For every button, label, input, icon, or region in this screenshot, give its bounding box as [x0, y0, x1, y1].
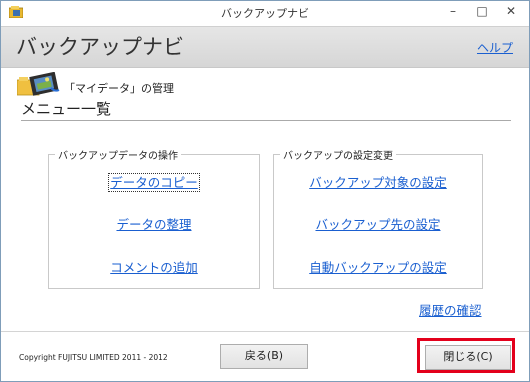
- header-bar: バックアップナビ ヘルプ: [1, 26, 529, 68]
- title-bar[interactable]: バックアップナビ – □ ✕: [1, 1, 529, 26]
- folder-film-icon: [17, 72, 60, 96]
- footer-divider: [1, 331, 529, 332]
- copy-data-link-label[interactable]: データのコピー: [108, 173, 200, 192]
- copy-data-link[interactable]: データのコピー: [49, 172, 259, 192]
- maximize-button[interactable]: □: [467, 1, 497, 23]
- backup-target-settings-link[interactable]: バックアップ対象の設定: [274, 172, 482, 191]
- group-legend: バックアップデータの操作: [55, 147, 181, 162]
- menu-title: メニュー一覧: [21, 100, 112, 118]
- add-comment-link[interactable]: コメントの追加: [49, 257, 259, 276]
- page-title: バックアップナビ: [16, 35, 184, 59]
- group-legend: バックアップの設定変更: [280, 147, 396, 162]
- manage-label: 「マイデータ」の管理: [64, 82, 174, 95]
- backup-settings-group: バックアップの設定変更 バックアップ対象の設定 バックアップ先の設定 自動バック…: [273, 147, 483, 289]
- backup-data-operations-group: バックアップデータの操作 データのコピー データの整理 コメントの追加: [48, 147, 260, 289]
- back-button[interactable]: 戻る(B): [220, 344, 308, 369]
- menu-divider: [21, 120, 511, 121]
- copyright-text: Copyright FUJITSU LIMITED 2011 - 2012: [19, 353, 168, 362]
- history-link[interactable]: 履歴の確認: [419, 300, 482, 319]
- close-button-highlight: [417, 338, 515, 373]
- minimize-button[interactable]: –: [438, 1, 468, 23]
- backup-destination-settings-link[interactable]: バックアップ先の設定: [274, 214, 482, 233]
- organize-data-link[interactable]: データの整理: [49, 214, 259, 233]
- help-link[interactable]: ヘルプ: [477, 39, 513, 56]
- close-window-button[interactable]: ✕: [496, 1, 526, 23]
- app-window: バックアップナビ – □ ✕ バックアップナビ ヘルプ 「マイデータ」の管理 メ…: [0, 0, 530, 382]
- auto-backup-settings-link[interactable]: 自動バックアップの設定: [274, 257, 482, 276]
